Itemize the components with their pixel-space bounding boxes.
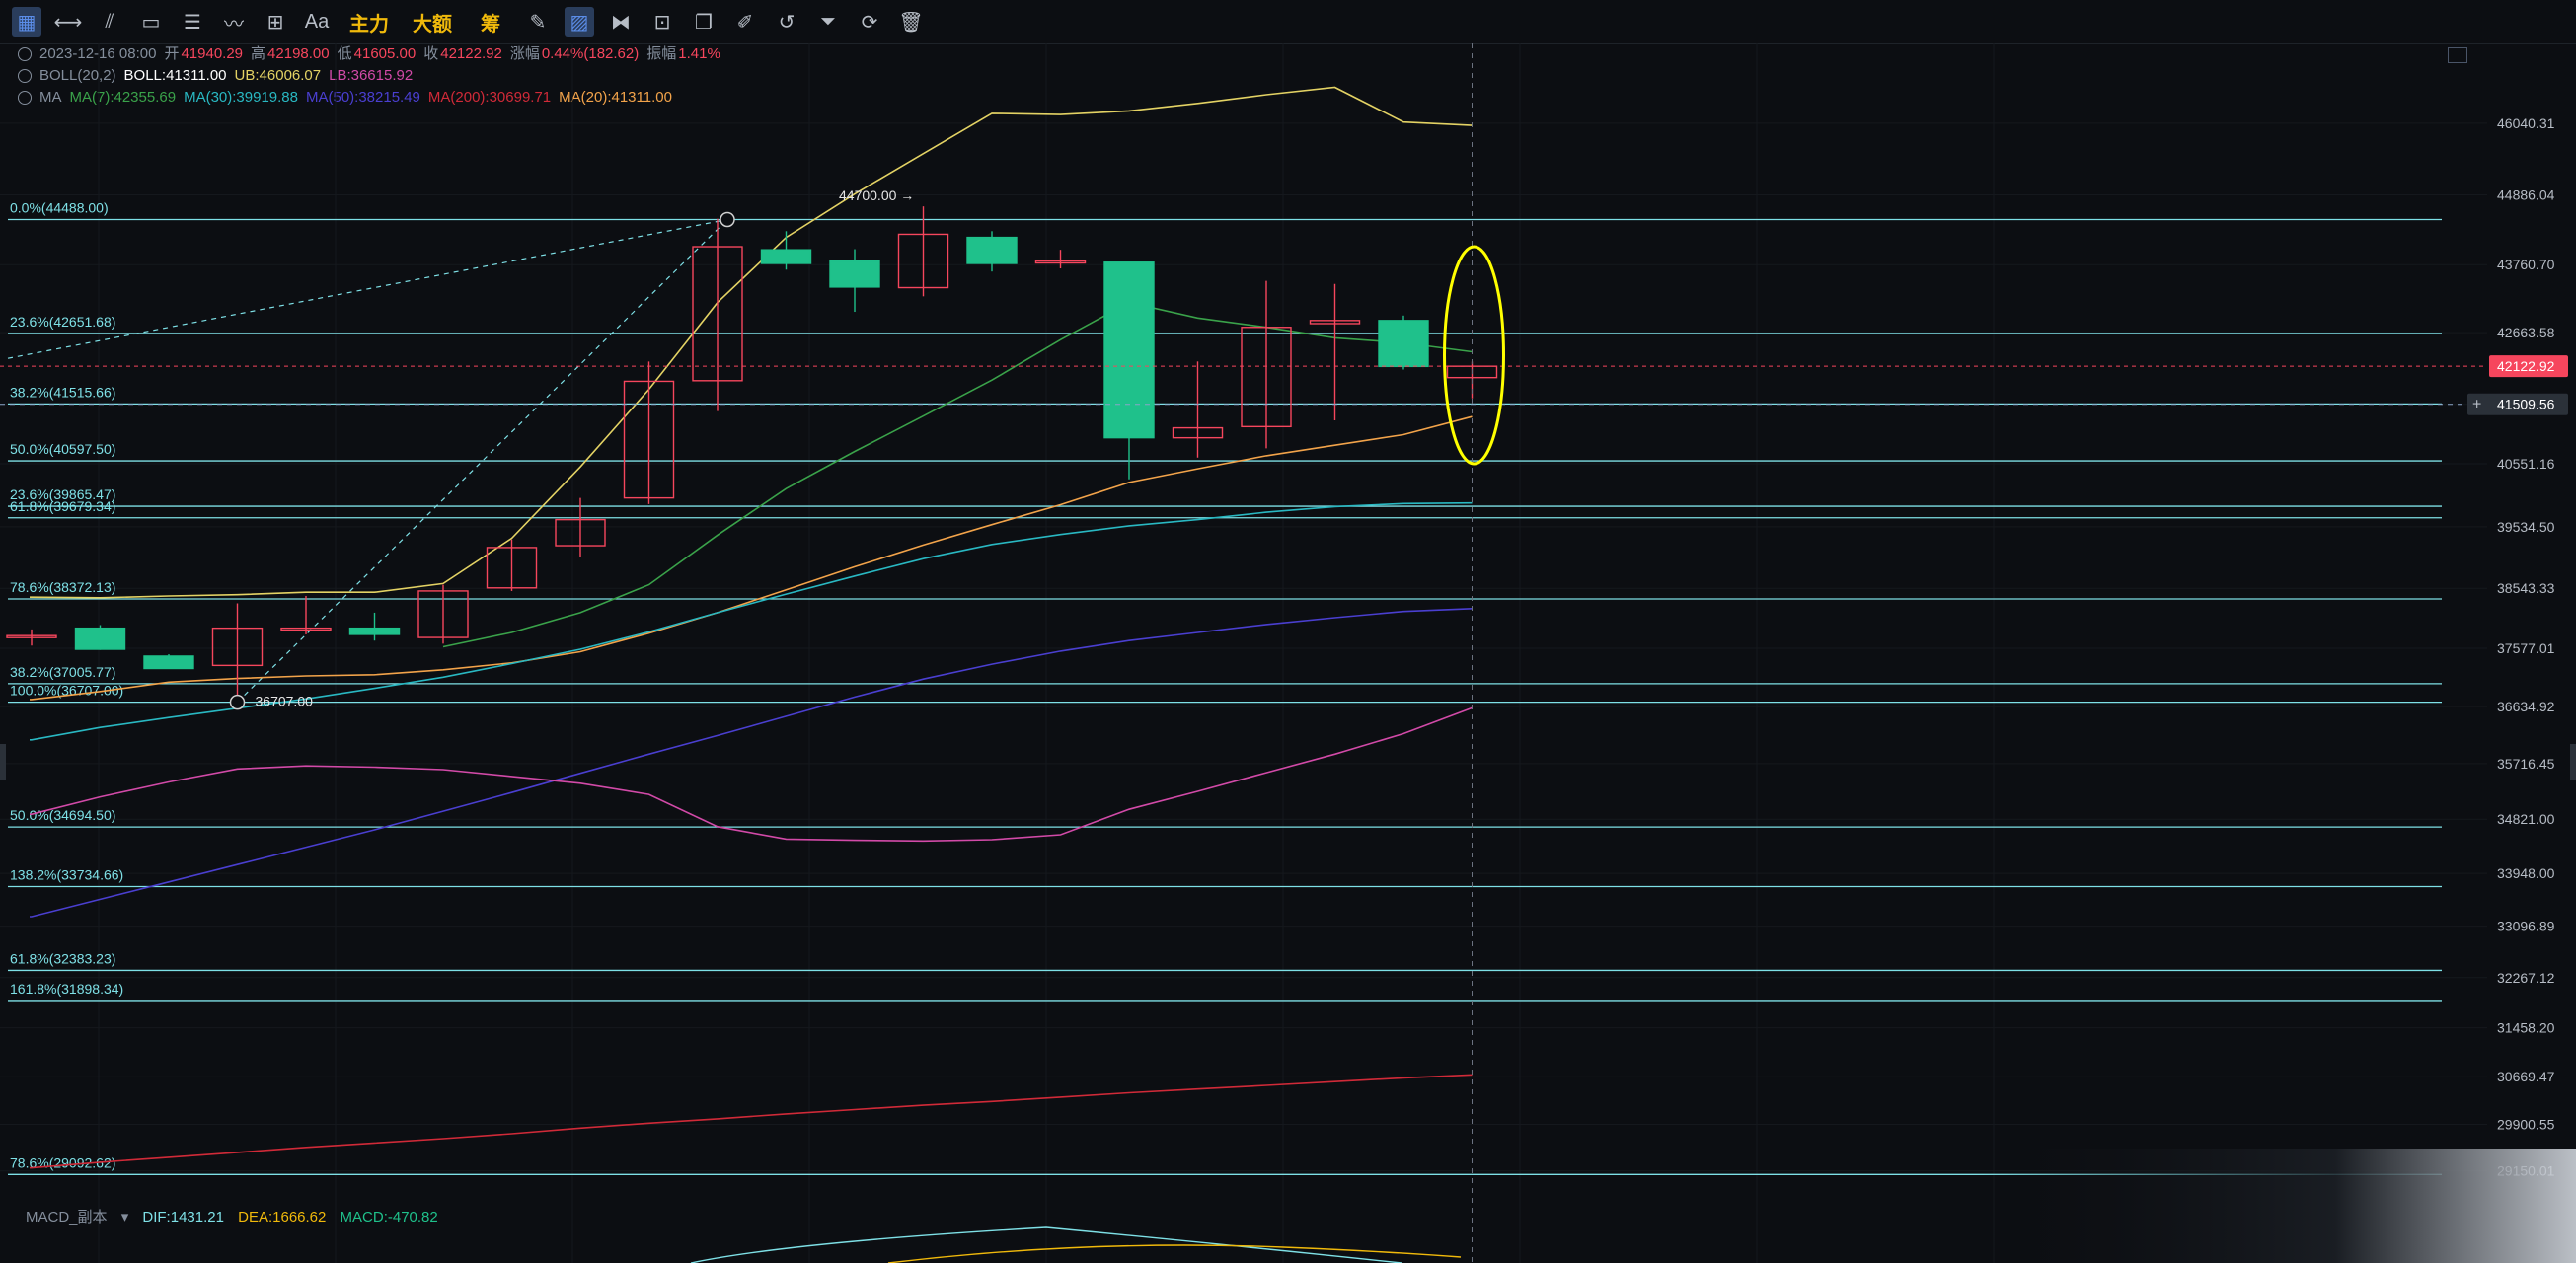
price-tick-label: 37577.01 <box>2497 640 2555 656</box>
text-tool-button[interactable]: Aa <box>302 7 332 37</box>
pattern-icon[interactable]: ⧓ <box>606 7 636 37</box>
left-drag-handle <box>0 744 6 780</box>
undo-icon[interactable]: ↺ <box>772 7 801 37</box>
layout-grid-icon[interactable]: ▦ <box>12 7 41 37</box>
fib-level-label: 23.6%(42651.68) <box>10 314 115 330</box>
fib-trend-line-upper <box>7 218 728 359</box>
copy-icon[interactable]: ❐ <box>689 7 719 37</box>
price-tick-label: 36634.92 <box>2497 699 2555 714</box>
fib-level-label: 138.2%(33734.66) <box>10 866 123 882</box>
macd-dea: DEA:1666.62 <box>238 1209 327 1226</box>
macd-name[interactable]: MACD_副本 <box>26 1209 108 1226</box>
candle-down <box>1103 261 1155 439</box>
highlight-ellipse <box>1443 245 1505 466</box>
price-tick-label: 33948.00 <box>2497 865 2555 881</box>
price-tick-label: 31458.20 <box>2497 1020 2555 1036</box>
macd-value: MACD:-470.82 <box>340 1209 438 1226</box>
price-tick-label: 30669.47 <box>2497 1069 2555 1084</box>
macd-dif: DIF:1431.21 <box>142 1209 224 1226</box>
current-price-label: 42122.92 <box>2497 358 2555 374</box>
main-force-button[interactable]: 主力 <box>343 7 395 37</box>
price-tick-label: 29900.55 <box>2497 1117 2555 1133</box>
fib-level-label: 50.0%(34694.50) <box>10 807 115 823</box>
anchor-point-low <box>229 694 246 710</box>
sync-icon[interactable]: ⟳ <box>855 7 884 37</box>
fib-level-label: 38.2%(41515.66) <box>10 384 115 400</box>
price-tick-label: 34821.00 <box>2497 811 2555 827</box>
series-ma50 <box>30 608 1473 918</box>
series-ma20 <box>30 415 1473 701</box>
high-annotation: 44700.00 → <box>839 187 914 203</box>
price-tick-label: 35716.45 <box>2497 756 2555 772</box>
fib-level-label: 61.8%(39679.34) <box>10 498 115 514</box>
chip-button[interactable]: 筹 <box>470 7 511 37</box>
price-tick-label: 38543.33 <box>2497 580 2555 596</box>
right-drag-handle <box>2570 744 2576 780</box>
price-tick-label: 44886.04 <box>2497 186 2555 202</box>
price-tick-label: 43760.70 <box>2497 257 2555 272</box>
series-ma7 <box>442 301 1473 648</box>
anchor-point-high <box>720 211 735 228</box>
candlestick-chart[interactable]: 0.0%(44488.00) 23.6%(42651.68) 38.2%(41515… <box>0 43 2576 1263</box>
fib-level-label: 38.2%(37005.77) <box>10 664 115 680</box>
horizontal-line-icon[interactable]: ⟷ <box>53 7 83 37</box>
candle-down <box>1378 320 1429 368</box>
measure-icon[interactable]: ⊞ <box>261 7 290 37</box>
macd-legend: MACD_副本 ▾ DIF:1431.21 DEA:1666.62 MACD:-… <box>26 1206 448 1226</box>
candle-down <box>143 655 194 670</box>
candle-down <box>74 627 126 650</box>
rectangle-icon[interactable]: ▭ <box>136 7 166 37</box>
ruler-icon[interactable]: ✎ <box>523 7 553 37</box>
filter-icon[interactable]: ⏷ <box>813 7 843 37</box>
fib-level-label: 0.0%(44488.00) <box>10 199 109 215</box>
series-ma30 <box>30 501 1473 741</box>
price-tick-label: 33096.89 <box>2497 919 2555 934</box>
low-annotation: 36707.00 <box>256 694 314 709</box>
watermark-overlay <box>1974 1149 2576 1263</box>
big-amount-button[interactable]: 大额 <box>407 7 458 37</box>
trend-line-icon[interactable]: ⫽ <box>95 7 124 37</box>
fib-level-label: 78.6%(38372.13) <box>10 579 115 595</box>
drawing-toolbar: ▦ ⟷ ⫽ ▭ ☰ 〰 ⊞ Aa 主力 大额 筹 ✎ ▨ ⧓ ⊡ ❐ ✐ ↺ ⏷… <box>0 0 2576 44</box>
price-tick-label: 40551.16 <box>2497 456 2555 472</box>
price-tick-label: 32267.12 <box>2497 970 2555 986</box>
series-ma200 <box>30 1074 1473 1169</box>
fib-level-label: 161.8%(31898.34) <box>10 981 123 997</box>
price-tick-label: 39534.50 <box>2497 519 2555 535</box>
price-tick-label: 42663.58 <box>2497 325 2555 340</box>
fib-level-label: 61.8%(32383.23) <box>10 950 115 966</box>
fib-level-label: 50.0%(40597.50) <box>10 441 115 457</box>
candle-down <box>760 249 812 264</box>
candle-down <box>348 627 401 635</box>
plus-icon: + <box>2472 397 2481 413</box>
wave-pattern-icon[interactable]: 〰 <box>219 7 249 37</box>
chevron-down-icon[interactable]: ▾ <box>121 1209 129 1226</box>
series-ub <box>30 86 1473 599</box>
candle-down <box>966 236 1018 264</box>
magnet-icon[interactable]: ▨ <box>565 7 594 37</box>
edit-icon[interactable]: ✐ <box>730 7 760 37</box>
lock-icon[interactable]: ⊡ <box>647 7 677 37</box>
parallel-lines-icon[interactable]: ☰ <box>178 7 207 37</box>
trash-icon[interactable]: 🗑 <box>896 7 926 37</box>
candle-down <box>829 260 880 288</box>
crosshair-price-label: 41509.56 <box>2497 397 2555 412</box>
price-tick-label: 46040.31 <box>2497 115 2555 131</box>
series-lb <box>30 706 1473 843</box>
